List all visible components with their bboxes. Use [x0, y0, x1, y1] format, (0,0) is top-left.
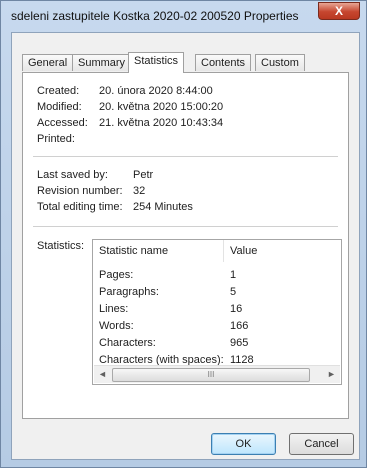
- scroll-left-icon[interactable]: ◄: [94, 366, 111, 383]
- list-item[interactable]: Paragraphs: 5: [93, 284, 341, 301]
- scroll-thumb[interactable]: III: [112, 368, 310, 382]
- statistics-label: Statistics:: [37, 240, 85, 252]
- tab-statistics[interactable]: Statistics: [128, 52, 185, 73]
- printed-label: Printed:: [37, 133, 75, 145]
- stat-name: Characters:: [99, 337, 156, 349]
- column-header-statistic-name[interactable]: Statistic name: [93, 240, 224, 262]
- accessed-value: 21. května 2020 10:43:34: [99, 117, 224, 129]
- created-value: 20. února 2020 8:44:00: [99, 85, 213, 97]
- stat-name: Pages:: [99, 269, 134, 281]
- cancel-button[interactable]: Cancel: [289, 433, 354, 455]
- ok-button[interactable]: OK: [211, 433, 276, 455]
- accessed-label: Accessed:: [37, 117, 88, 129]
- list-item[interactable]: Lines: 16: [93, 301, 341, 318]
- divider: [33, 226, 338, 227]
- editing-time-value: 254 Minutes: [133, 201, 193, 213]
- tab-general[interactable]: General: [22, 54, 74, 71]
- close-icon: X: [334, 4, 343, 18]
- stat-value: 5: [230, 286, 237, 298]
- editing-time-label: Total editing time:: [37, 201, 123, 213]
- stat-value: 16: [230, 303, 243, 315]
- properties-dialog: sdeleni zastupitele Kostka 2020-02 20052…: [0, 0, 367, 468]
- created-label: Created:: [37, 85, 80, 97]
- tab-summary[interactable]: Summary: [72, 54, 132, 71]
- title-bar[interactable]: sdeleni zastupitele Kostka 2020-02 20052…: [1, 1, 366, 31]
- tab-contents[interactable]: Contents: [195, 54, 252, 71]
- stat-value: 166: [230, 320, 249, 332]
- stat-name: Lines:: [99, 303, 129, 315]
- stat-name: Words:: [99, 320, 134, 332]
- divider: [33, 156, 338, 157]
- revision-value: 32: [133, 185, 146, 197]
- list-item[interactable]: Words: 166: [93, 318, 341, 335]
- tab-custom[interactable]: Custom: [255, 54, 305, 71]
- column-header-value[interactable]: Value: [224, 240, 341, 262]
- last-saved-label: Last saved by:: [37, 169, 108, 181]
- stat-name: Paragraphs:: [99, 286, 159, 298]
- close-button[interactable]: X: [318, 2, 360, 20]
- stat-value: 1: [230, 269, 237, 281]
- last-saved-value: Petr: [133, 169, 154, 181]
- dialog-body: General Summary Statistics Contents Cust…: [11, 32, 360, 460]
- statistics-panel: Created: 20. února 2020 8:44:00 Modified…: [22, 72, 349, 419]
- modified-value: 20. května 2020 15:00:20: [99, 101, 224, 113]
- window-title: sdeleni zastupitele Kostka 2020-02 20052…: [11, 9, 299, 23]
- horizontal-scrollbar[interactable]: ◄ III ►: [94, 365, 340, 383]
- statistics-list[interactable]: Statistic name Value Pages: 1 Paragraphs…: [92, 239, 342, 385]
- modified-label: Modified:: [37, 101, 82, 113]
- list-item[interactable]: Pages: 1: [93, 267, 341, 284]
- revision-label: Revision number:: [37, 185, 123, 197]
- list-item[interactable]: Characters: 965: [93, 335, 341, 352]
- scroll-right-icon[interactable]: ►: [323, 366, 340, 383]
- stat-value: 965: [230, 337, 249, 349]
